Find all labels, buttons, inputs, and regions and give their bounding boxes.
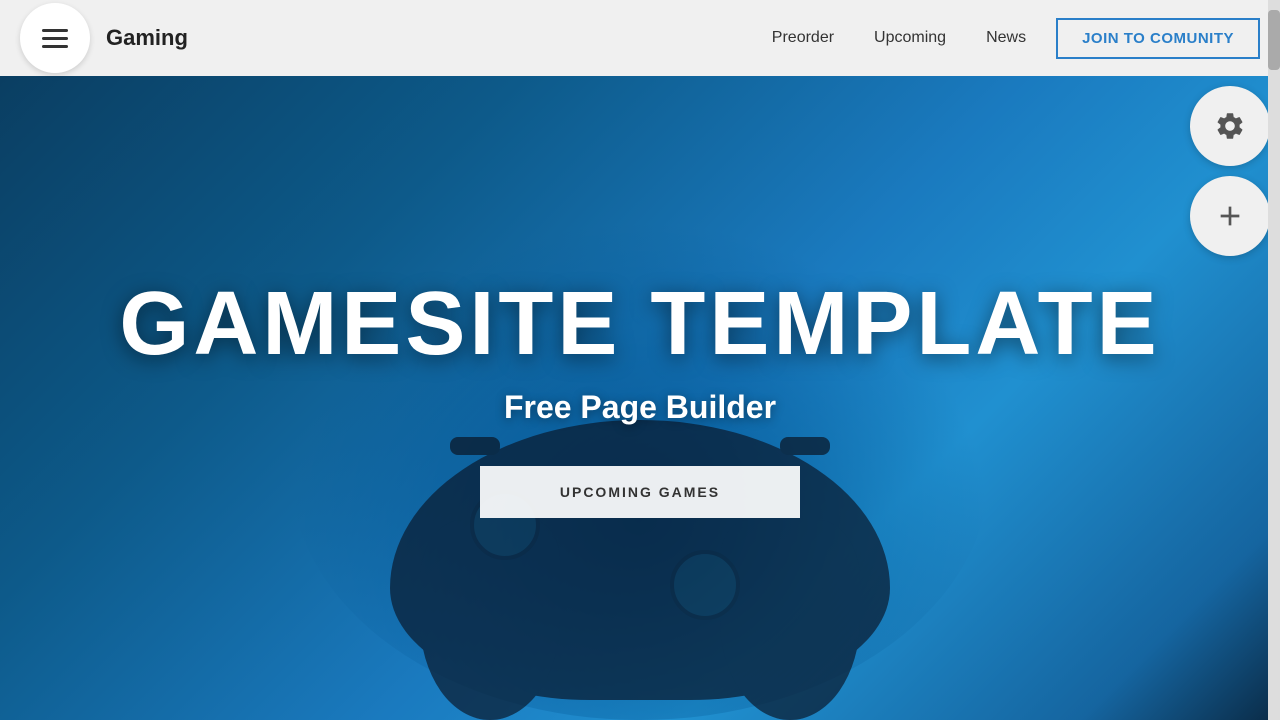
nav: Preorder Upcoming News bbox=[772, 29, 1026, 47]
plus-icon bbox=[1214, 200, 1246, 232]
nav-preorder[interactable]: Preorder bbox=[772, 29, 834, 47]
floating-buttons bbox=[1190, 76, 1280, 256]
hero-content: GAMESITE TEMPLATE Free Page Builder UPCO… bbox=[119, 279, 1160, 518]
header: Gaming Preorder Upcoming News JOIN TO CO… bbox=[0, 0, 1280, 76]
scrollbar[interactable] bbox=[1268, 0, 1280, 720]
menu-icon-bar3 bbox=[42, 45, 68, 48]
hero-section: GAMESITE TEMPLATE Free Page Builder UPCO… bbox=[0, 0, 1280, 720]
menu-icon-bar2 bbox=[42, 37, 68, 40]
join-button[interactable]: JOIN TO COMUNITY bbox=[1056, 18, 1260, 59]
scrollbar-thumb[interactable] bbox=[1268, 10, 1280, 70]
logo: Gaming bbox=[106, 25, 188, 51]
menu-icon-bar1 bbox=[42, 29, 68, 32]
hero-subtitle: Free Page Builder bbox=[504, 389, 776, 426]
add-button[interactable] bbox=[1190, 176, 1270, 256]
hero-title: GAMESITE TEMPLATE bbox=[119, 279, 1160, 369]
menu-button[interactable] bbox=[20, 3, 90, 73]
gamepad-stick-right bbox=[670, 550, 740, 620]
upcoming-games-button[interactable]: UPCOMING GAMES bbox=[480, 466, 800, 518]
gamepad-grip-right bbox=[720, 520, 860, 720]
gear-icon bbox=[1214, 110, 1246, 142]
nav-news[interactable]: News bbox=[986, 29, 1026, 47]
settings-button[interactable] bbox=[1190, 86, 1270, 166]
nav-upcoming[interactable]: Upcoming bbox=[874, 29, 946, 47]
